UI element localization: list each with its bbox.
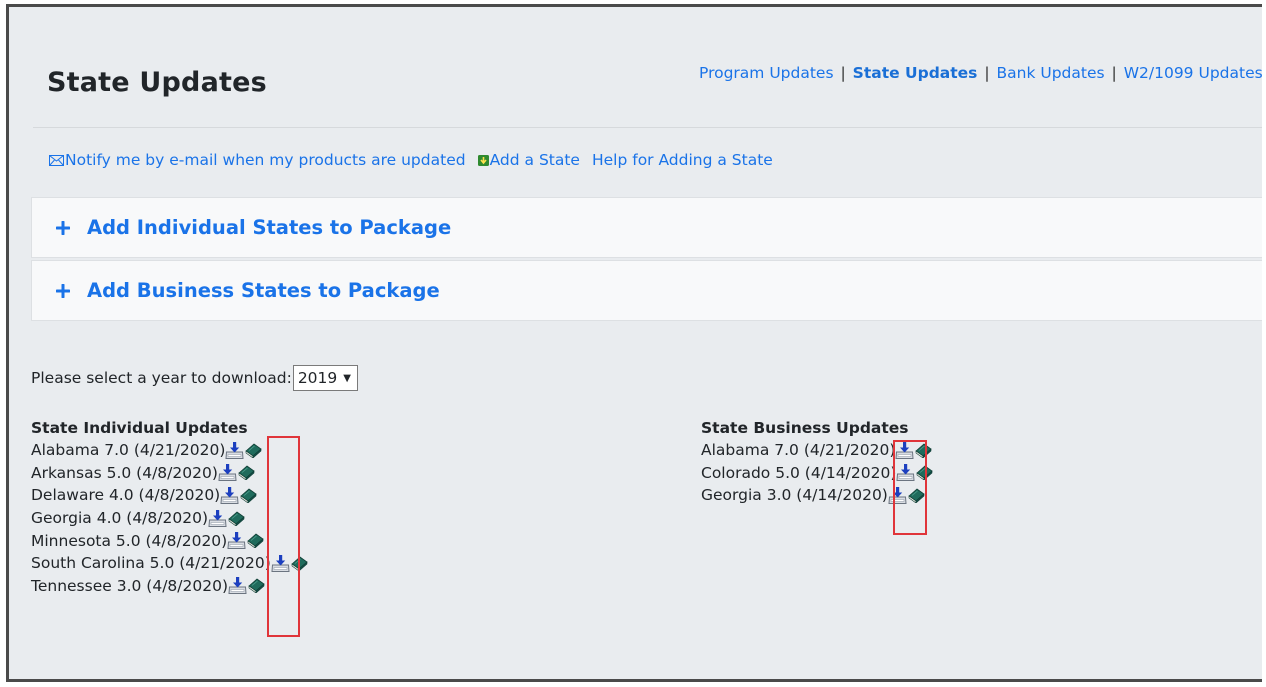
corner-mark: ʹ: [11, 5, 14, 15]
add-business-states-label: Add Business States to Package: [87, 279, 440, 302]
business-updates-title: State Business Updates: [701, 419, 909, 437]
add-state-label: Add a State: [489, 151, 580, 169]
download-icon[interactable]: [225, 441, 244, 460]
add-individual-states-panel[interactable]: Add Individual States to Package: [31, 197, 1262, 258]
state-update-label: Colorado 5.0 (4/14/2020): [701, 463, 897, 482]
nav-state-updates[interactable]: State Updates: [853, 64, 978, 82]
year-select-value: 2019: [297, 369, 338, 387]
highlight-box-business: [893, 440, 927, 535]
book-icon[interactable]: [245, 443, 263, 458]
book-icon[interactable]: [238, 465, 255, 481]
book-icon[interactable]: [248, 578, 265, 594]
action-links: Notify me by e-mail when my products are…: [49, 151, 773, 169]
page-frame: ʹ State Updates Program Updates | State …: [6, 4, 1262, 682]
download-icon[interactable]: [227, 531, 246, 550]
state-update-label: Alabama 7.0 (4/21/2020): [31, 441, 226, 460]
state-update-label: Arkansas 5.0 (4/8/2020): [31, 463, 218, 482]
download-icon[interactable]: [228, 576, 247, 595]
year-select[interactable]: 2019 ▼: [292, 365, 358, 391]
top-navigation: Program Updates | State Updates | Bank U…: [699, 64, 1262, 82]
add-individual-states-label: Add Individual States to Package: [87, 216, 452, 239]
state-update-label: Delaware 4.0 (4/8/2020): [31, 486, 221, 505]
year-select-label: Please select a year to download:: [31, 369, 292, 387]
state-update-label: Georgia 3.0 (4/14/2020): [701, 486, 888, 505]
nav-w2-1099-updates[interactable]: W2/1099 Updates: [1124, 64, 1262, 82]
state-update-label: Minnesota 5.0 (4/8/2020): [31, 531, 228, 550]
state-update-label: Tennessee 3.0 (4/8/2020): [31, 576, 228, 595]
download-icon[interactable]: [218, 463, 237, 482]
book-icon[interactable]: [228, 511, 245, 526]
page-title: State Updates: [47, 67, 267, 98]
highlight-box-individual: [267, 436, 300, 637]
add-business-states-panel[interactable]: Add Business States to Package: [31, 260, 1262, 321]
notify-email-label: Notify me by e-mail when my products are…: [65, 151, 466, 169]
header-divider: [33, 127, 1262, 128]
nav-separator: |: [840, 64, 846, 82]
book-icon[interactable]: [240, 488, 257, 503]
plus-icon: [56, 220, 70, 235]
envelope-icon: [49, 154, 64, 166]
download-icon[interactable]: [208, 509, 227, 528]
nav-bank-updates[interactable]: Bank Updates: [997, 64, 1105, 82]
state-update-label: South Carolina 5.0 (4/21/2020): [31, 554, 271, 573]
book-icon[interactable]: [247, 533, 264, 549]
add-state-icon: [477, 154, 489, 166]
add-state-link[interactable]: Add a State: [477, 151, 580, 169]
state-update-label: Alabama 7.0 (4/21/2020): [701, 441, 896, 460]
nav-separator: |: [1111, 64, 1117, 82]
dropdown-arrow-icon: ▼: [343, 372, 351, 384]
nav-program-updates[interactable]: Program Updates: [699, 64, 834, 82]
plus-icon: [56, 283, 70, 298]
notify-email-link[interactable]: Notify me by e-mail when my products are…: [49, 151, 466, 169]
state-update-label: Georgia 4.0 (4/8/2020): [31, 509, 208, 528]
year-selector-row: Please select a year to download: 2019 ▼: [31, 365, 358, 391]
nav-separator: |: [984, 64, 990, 82]
download-icon[interactable]: [220, 486, 239, 505]
help-adding-state-link[interactable]: Help for Adding a State: [592, 151, 773, 169]
